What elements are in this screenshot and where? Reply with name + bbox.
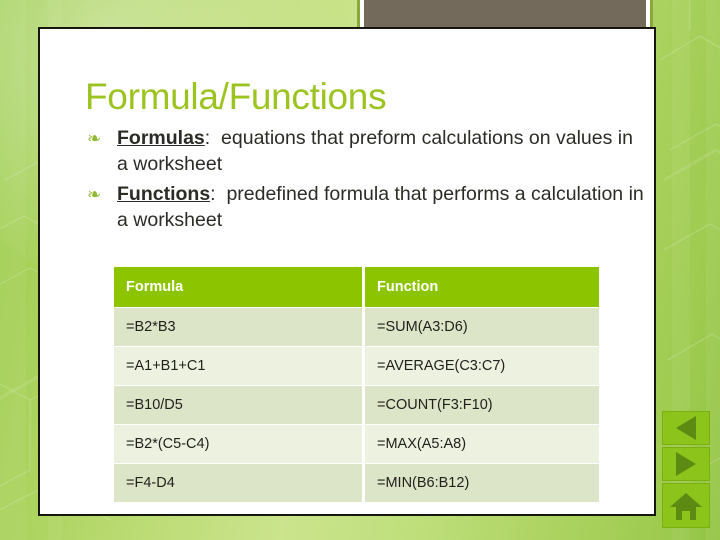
table-row: =B2*(C5-C4) =MAX(A5:A8)	[114, 425, 599, 463]
slide-canvas: Formula/Functions ❧ Formulas: equations t…	[0, 0, 720, 540]
page-title: Formula/Functions	[85, 76, 387, 117]
slide-content-panel: Formula/Functions ❧ Formulas: equations t…	[38, 27, 656, 516]
column-header-function: Function	[365, 267, 599, 307]
cell-formula: =B2*B3	[114, 308, 362, 346]
home-icon	[670, 492, 702, 520]
cell-function: =AVERAGE(C3:C7)	[365, 347, 599, 385]
cell-formula: =F4-D4	[114, 464, 362, 502]
next-slide-button[interactable]	[662, 447, 710, 481]
formula-function-table: Formula Function =B2*B3 =SUM(A3:D6) =A1+…	[111, 266, 602, 503]
cell-function: =COUNT(F3:F10)	[365, 386, 599, 424]
table-row: =A1+B1+C1 =AVERAGE(C3:C7)	[114, 347, 599, 385]
bullet-separator: :	[210, 183, 216, 205]
triangle-right-icon	[676, 452, 696, 476]
bullet-item-functions: ❧ Functions: predefined formula that perf…	[85, 181, 645, 233]
bullet-separator: :	[204, 127, 211, 149]
cell-function: =MAX(A5:A8)	[365, 425, 599, 463]
column-header-formula: Formula	[114, 267, 362, 307]
table-row: =B10/D5 =COUNT(F3:F10)	[114, 386, 599, 424]
leaf-bullet-icon: ❧	[87, 185, 102, 204]
cell-function: =MIN(B6:B12)	[365, 464, 599, 502]
triangle-left-icon	[676, 416, 696, 440]
previous-slide-button[interactable]	[662, 411, 710, 445]
home-button[interactable]	[662, 483, 710, 528]
table-row: =B2*B3 =SUM(A3:D6)	[114, 308, 599, 346]
bullet-item-formulas: ❧ Formulas: equations that preform calcul…	[85, 125, 645, 177]
bullet-term-formulas: Formulas	[117, 127, 205, 149]
cell-formula: =B10/D5	[114, 386, 362, 424]
bullet-list: ❧ Formulas: equations that preform calcul…	[85, 125, 645, 237]
cell-function: =SUM(A3:D6)	[365, 308, 599, 346]
bullet-term-functions: Functions	[117, 183, 211, 205]
table-row: =F4-D4 =MIN(B6:B12)	[114, 464, 599, 502]
leaf-bullet-icon: ❧	[87, 129, 102, 148]
table-header-row: Formula Function	[114, 267, 599, 307]
cell-formula: =A1+B1+C1	[114, 347, 362, 385]
cell-formula: =B2*(C5-C4)	[114, 425, 362, 463]
